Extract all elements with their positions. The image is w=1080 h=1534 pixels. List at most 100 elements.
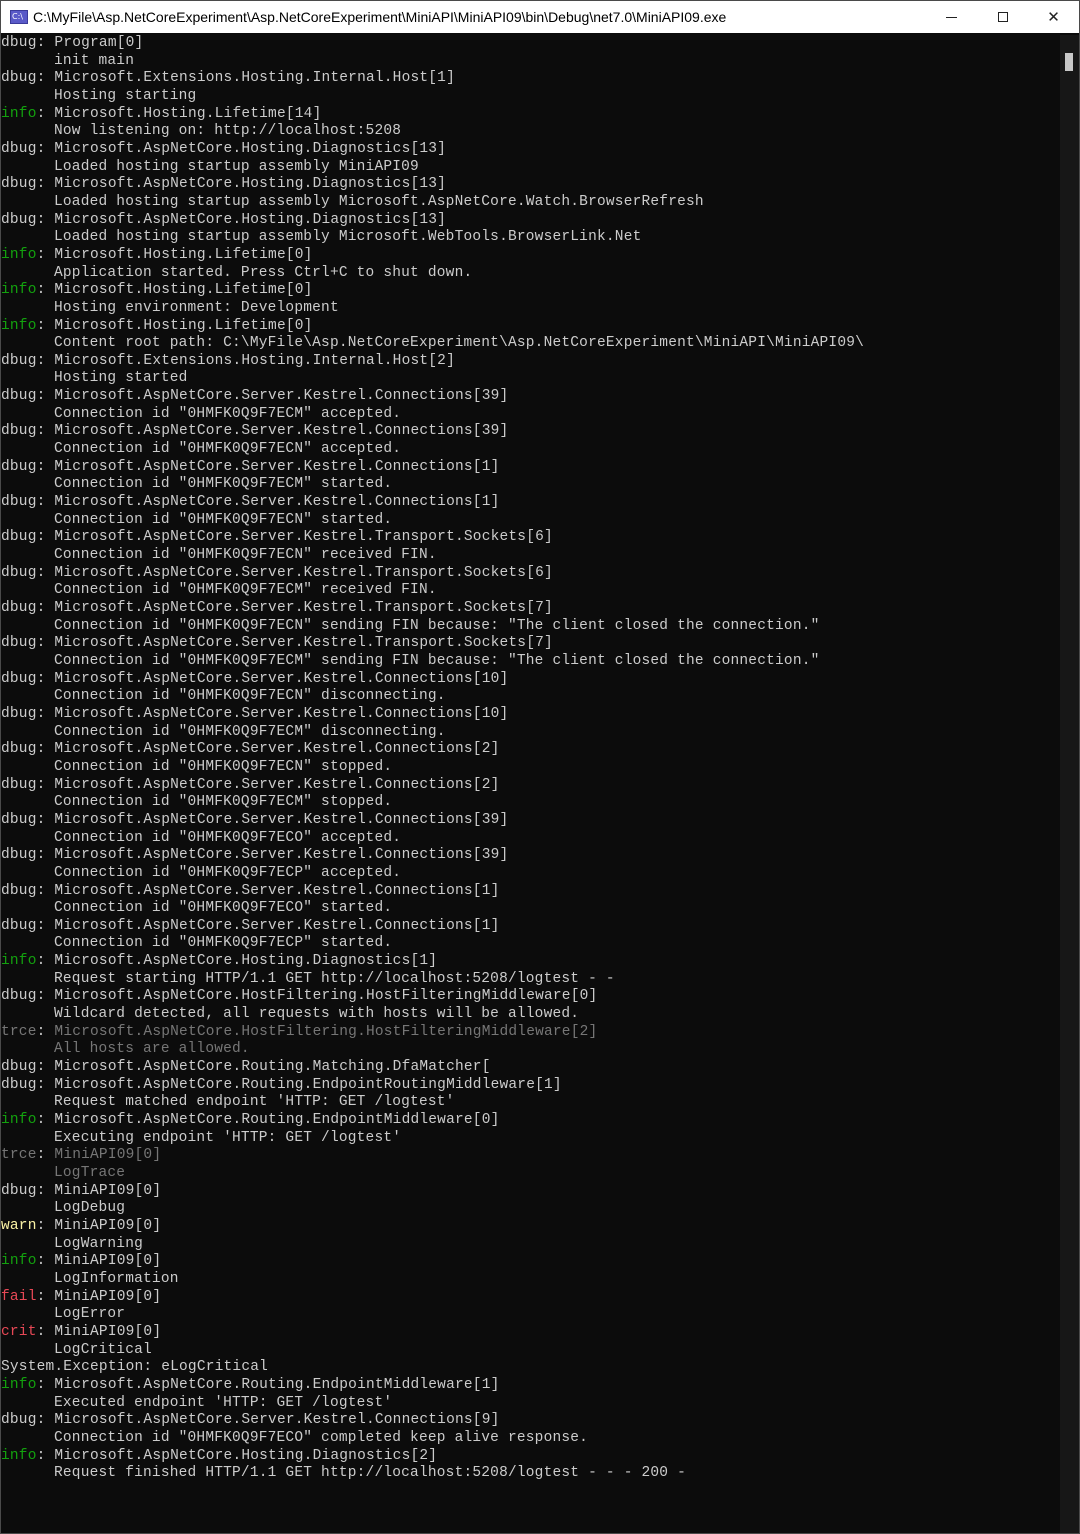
log-line: Connection id "0HMFK0Q9F7ECN" disconnect… [1,688,1059,706]
log-level: dbug [1,459,37,475]
log-line: dbug: Microsoft.AspNetCore.Server.Kestre… [1,671,1059,689]
log-line: Connection id "0HMFK0Q9F7ECM" received F… [1,582,1059,600]
log-line: LogTrace [1,1165,1059,1183]
log-message: Loaded hosting startup assembly MiniAPI0… [54,159,419,175]
log-line: dbug: Microsoft.AspNetCore.Routing.Match… [1,1059,1059,1077]
log-line: LogError [1,1306,1059,1324]
log-source: Microsoft.Hosting.Lifetime[0] [54,282,312,298]
log-message: Connection id "0HMFK0Q9F7ECO" started. [54,900,392,916]
log-line: Connection id "0HMFK0Q9F7ECM" sending FI… [1,653,1059,671]
log-message: Request matched endpoint 'HTTP: GET /log… [54,1094,455,1110]
log-separator: : [37,459,55,475]
maximize-icon [998,12,1008,22]
log-line: All hosts are allowed. [1,1041,1059,1059]
log-level: warn [1,1218,37,1234]
log-level: dbug [1,176,37,192]
log-level: dbug [1,70,37,86]
log-source: Microsoft.AspNetCore.Server.Kestrel.Conn… [54,671,508,687]
log-line: dbug: Microsoft.AspNetCore.Server.Kestre… [1,777,1059,795]
log-level: dbug [1,1183,37,1199]
log-level: dbug [1,141,37,157]
log-level: dbug [1,565,37,581]
log-line: info: Microsoft.Hosting.Lifetime[0] [1,282,1059,300]
log-line: System.Exception: eLogCritical [1,1359,1059,1377]
log-level: dbug [1,777,37,793]
log-line: dbug: Microsoft.AspNetCore.Server.Kestre… [1,706,1059,724]
log-line: LogCritical [1,1342,1059,1360]
log-line: dbug: Microsoft.AspNetCore.Hosting.Diagn… [1,212,1059,230]
log-separator: : [37,35,55,51]
log-line: Hosting environment: Development [1,300,1059,318]
log-message: Connection id "0HMFK0Q9F7ECM" disconnect… [54,724,446,740]
log-level: info [1,953,37,969]
log-separator: : [37,1253,55,1269]
log-message: LogDebug [54,1200,125,1216]
log-source: Microsoft.AspNetCore.Routing.Matching.Df… [54,1059,490,1075]
log-line: trce: Microsoft.AspNetCore.HostFiltering… [1,1024,1059,1042]
log-separator: : [37,141,55,157]
title-bar[interactable]: C:\ C:\MyFile\Asp.NetCoreExperiment\Asp.… [1,1,1079,33]
scrollbar-thumb[interactable] [1065,53,1073,71]
log-line: dbug: Microsoft.AspNetCore.Server.Kestre… [1,494,1059,512]
log-line: dbug: MiniAPI09[0] [1,1183,1059,1201]
log-line: dbug: Microsoft.AspNetCore.Server.Kestre… [1,600,1059,618]
log-line: info: Microsoft.Hosting.Lifetime[0] [1,318,1059,336]
log-source: Microsoft.AspNetCore.Routing.EndpointMid… [54,1377,499,1393]
log-source: Microsoft.AspNetCore.Hosting.Diagnostics… [54,141,446,157]
log-line: dbug: Microsoft.AspNetCore.Server.Kestre… [1,635,1059,653]
log-message: Executing endpoint 'HTTP: GET /logtest' [54,1130,401,1146]
log-message: Now listening on: http://localhost:5208 [54,123,401,139]
log-message: Connection id "0HMFK0Q9F7ECP" accepted. [54,865,401,881]
log-message: Connection id "0HMFK0Q9F7ECM" received F… [54,582,437,598]
console-output[interactable]: dbug: Program[0]init maindbug: Microsoft… [1,35,1059,1533]
log-level: dbug [1,600,37,616]
log-line: dbug: Microsoft.AspNetCore.Server.Kestre… [1,529,1059,547]
log-separator: : [37,318,55,334]
log-line: dbug: Microsoft.AspNetCore.Server.Kestre… [1,918,1059,936]
log-level: info [1,106,37,122]
log-line: dbug: Microsoft.Extensions.Hosting.Inter… [1,353,1059,371]
console-window: C:\ C:\MyFile\Asp.NetCoreExperiment\Asp.… [0,0,1080,1534]
log-line: LogWarning [1,1236,1059,1254]
log-line: Connection id "0HMFK0Q9F7ECN" received F… [1,547,1059,565]
log-level: dbug [1,494,37,510]
log-message: LogTrace [54,1165,125,1181]
log-source: Microsoft.AspNetCore.Server.Kestrel.Tran… [54,600,552,616]
log-line: info: Microsoft.AspNetCore.Hosting.Diagn… [1,953,1059,971]
log-line: init main [1,53,1059,71]
log-message: LogWarning [54,1236,143,1252]
log-level: info [1,1112,37,1128]
log-line: Loaded hosting startup assembly Microsof… [1,194,1059,212]
log-source: MiniAPI09[0] [54,1289,161,1305]
log-message: All hosts are allowed. [54,1041,250,1057]
log-separator: : [37,1289,55,1305]
window-controls: ✕ [926,1,1079,33]
log-separator: : [37,1077,55,1093]
log-line: Connection id "0HMFK0Q9F7ECO" started. [1,900,1059,918]
log-line: Hosting starting [1,88,1059,106]
vertical-scrollbar[interactable] [1060,35,1079,1533]
minimize-button[interactable] [926,1,977,33]
log-source: Microsoft.AspNetCore.Server.Kestrel.Conn… [54,459,499,475]
log-line: trce: MiniAPI09[0] [1,1147,1059,1165]
log-line: Wildcard detected, all requests with hos… [1,1006,1059,1024]
log-source: Microsoft.AspNetCore.Server.Kestrel.Conn… [54,777,499,793]
log-message: Hosting starting [54,88,196,104]
log-line: dbug: Microsoft.AspNetCore.Server.Kestre… [1,741,1059,759]
log-message: Connection id "0HMFK0Q9F7ECO" accepted. [54,830,401,846]
log-line: dbug: Microsoft.AspNetCore.HostFiltering… [1,988,1059,1006]
log-line: LogInformation [1,1271,1059,1289]
log-level: dbug [1,918,37,934]
log-level: dbug [1,635,37,651]
log-source: MiniAPI09[0] [54,1218,161,1234]
maximize-button[interactable] [977,1,1028,33]
log-line: info: Microsoft.AspNetCore.Hosting.Diagn… [1,1448,1059,1466]
log-separator: : [37,706,55,722]
log-line: warn: MiniAPI09[0] [1,1218,1059,1236]
close-button[interactable]: ✕ [1028,1,1079,33]
log-message: Connection id "0HMFK0Q9F7ECP" started. [54,935,392,951]
log-level: dbug [1,847,37,863]
log-line: dbug: Microsoft.AspNetCore.Hosting.Diagn… [1,176,1059,194]
log-level: trce [1,1147,37,1163]
log-level: info [1,247,37,263]
